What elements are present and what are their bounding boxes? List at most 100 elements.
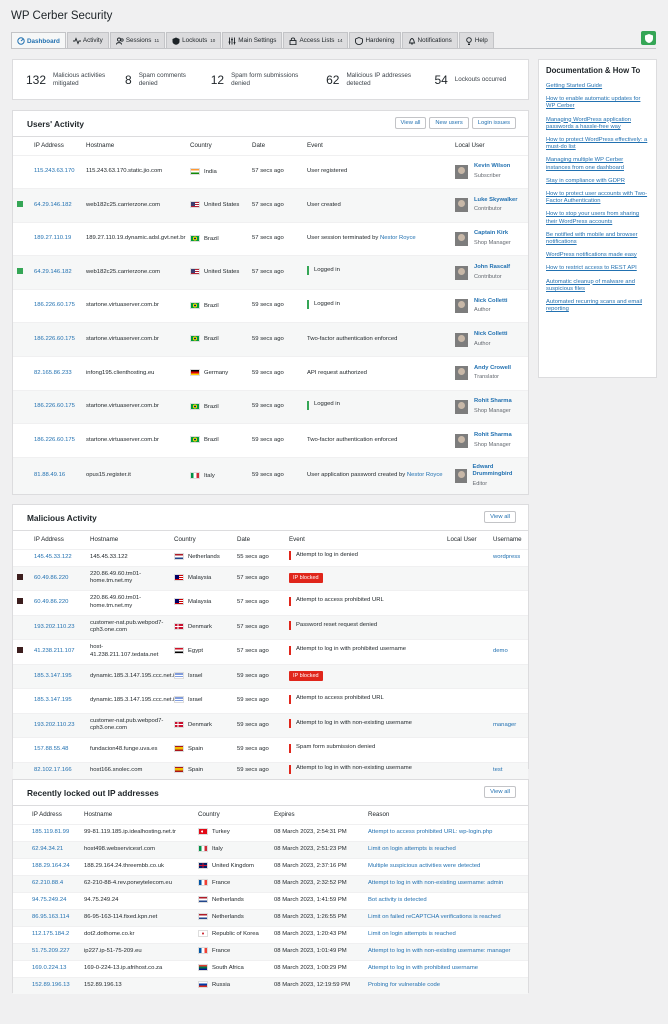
view-all-button[interactable]: View all: [394, 117, 427, 129]
ip-link[interactable]: 185.3.147.195: [34, 697, 72, 703]
ip-link[interactable]: 86.95.163.114: [32, 914, 69, 920]
tab-access-lists[interactable]: Access Lists 14: [283, 32, 349, 48]
ip-link[interactable]: 94.75.249.24: [32, 897, 66, 903]
docs-link[interactable]: Managing WordPress application passwords…: [546, 117, 649, 131]
ip-link[interactable]: 169.0.224.13: [32, 965, 66, 971]
docs-link[interactable]: How to restrict access to REST API: [546, 265, 649, 272]
tab-help[interactable]: Help: [458, 32, 494, 48]
expires-cell: 08 March 2023, 12:19:59 PM: [271, 976, 365, 994]
docs-link[interactable]: Automatic cleanup of malware and suspici…: [546, 279, 649, 293]
username-link[interactable]: wordpress: [493, 554, 520, 560]
ip-link[interactable]: 193.202.110.23: [34, 722, 75, 728]
login-issues-button[interactable]: Login issues: [471, 117, 516, 129]
ip-link[interactable]: 185.3.147.195: [34, 673, 72, 679]
ip-link[interactable]: 60.49.86.220: [34, 575, 68, 581]
avatar[interactable]: [455, 469, 467, 484]
ip-link[interactable]: 64.29.146.182: [34, 202, 72, 208]
user-name-link[interactable]: Rohit Sharma: [474, 398, 512, 406]
ip-link[interactable]: 112.175.184.2: [32, 931, 69, 937]
event-user-link[interactable]: Nestor Royce: [380, 235, 416, 241]
new-users-button[interactable]: New users: [429, 117, 469, 129]
docs-link[interactable]: How to protect WordPress effectively: a …: [546, 137, 649, 151]
ip-link[interactable]: 152.89.196.13: [32, 982, 70, 988]
avatar[interactable]: [455, 366, 468, 381]
avatar[interactable]: [455, 299, 468, 314]
reason-link[interactable]: Limit on failed reCAPTCHA verifications …: [368, 914, 501, 920]
tab-activity[interactable]: Activity: [66, 32, 109, 48]
user-name-link[interactable]: Nick Colletti: [474, 331, 508, 339]
reason-link[interactable]: Attempt to log in with non-existing user…: [368, 948, 510, 954]
event-user-link[interactable]: Nestor Royce: [407, 472, 443, 478]
reason-link[interactable]: Attempt to log in with non-existing user…: [368, 880, 503, 886]
ip-link[interactable]: 115.243.63.170: [34, 168, 75, 174]
ip-cell: 169.0.224.13: [29, 959, 81, 977]
user-name-link[interactable]: John Rascalf: [474, 264, 510, 272]
ip-link[interactable]: 145.45.33.122: [34, 554, 72, 560]
ip-link[interactable]: 81.88.49.16: [34, 472, 65, 478]
docs-link[interactable]: Getting Started Guide: [546, 83, 649, 90]
avatar[interactable]: [455, 164, 468, 179]
avatar[interactable]: [455, 332, 468, 347]
ip-link[interactable]: 82.102.17.166: [34, 767, 72, 773]
username-link[interactable]: test: [493, 767, 503, 773]
docs-link[interactable]: How to stop your users from sharing thei…: [546, 211, 649, 225]
user-name-link[interactable]: Kevin Wilson: [474, 163, 510, 171]
ip-link[interactable]: 186.226.60.175: [34, 403, 75, 409]
avatar[interactable]: [455, 399, 468, 414]
ip-link[interactable]: 41.238.211.107: [34, 648, 75, 654]
avatar[interactable]: [455, 433, 468, 448]
reason-link[interactable]: Bot activity is detected: [368, 897, 427, 903]
docs-link[interactable]: Managing multiple WP Cerber instances fr…: [546, 157, 649, 171]
reason-link[interactable]: Limit on login attempts is reached: [368, 931, 456, 937]
hostname-cell: 152.89.196.13: [81, 976, 195, 994]
reason-link[interactable]: Attempt to access prohibited URL: wp-log…: [368, 829, 492, 835]
tab-dashboard[interactable]: Dashboard: [11, 32, 66, 49]
docs-link[interactable]: How to enable automatic updates for WP C…: [546, 96, 649, 110]
ip-link[interactable]: 82.165.86.233: [34, 370, 72, 376]
ip-link[interactable]: 64.29.146.182: [34, 269, 72, 275]
tab-main-settings[interactable]: Main Settings: [222, 32, 283, 48]
user-name-link[interactable]: Captain Kirk: [474, 230, 511, 238]
reason-link[interactable]: Multiple suspicious activities were dete…: [368, 863, 480, 869]
event-text-wrap: Logged in: [314, 401, 340, 409]
avatar[interactable]: [455, 198, 468, 213]
ip-link[interactable]: 60.49.86.220: [34, 599, 68, 605]
ip-link[interactable]: 186.226.60.175: [34, 336, 75, 342]
avatar[interactable]: [455, 231, 468, 246]
user-name-link[interactable]: Rohit Sharma: [474, 432, 512, 440]
view-all-button[interactable]: View all: [484, 511, 516, 523]
ip-link[interactable]: 62.94.34.21: [32, 846, 63, 852]
username-link[interactable]: demo: [493, 648, 508, 654]
local-user-cell: Andy Crowell Translator: [452, 356, 528, 391]
avatar[interactable]: [455, 265, 468, 280]
ip-link[interactable]: 186.226.60.175: [34, 302, 75, 308]
ip-link[interactable]: 62.210.88.4: [32, 880, 63, 886]
user-name-link[interactable]: Andy Crowell: [474, 365, 511, 373]
tab-hardening[interactable]: Hardening: [349, 32, 401, 48]
docs-link[interactable]: Be notified with mobile and browser noti…: [546, 232, 649, 246]
docs-link[interactable]: How to protect user accounts with Two-Fa…: [546, 191, 649, 205]
ip-link[interactable]: 157.88.55.48: [34, 746, 68, 752]
view-all-button[interactable]: View all: [484, 786, 516, 798]
reason-link[interactable]: Attempt to log in with prohibited userna…: [368, 965, 478, 971]
reason-link[interactable]: Probing for vulnerable code: [368, 982, 440, 988]
ip-link[interactable]: 51.75.209.227: [32, 948, 70, 954]
reason-link[interactable]: Limit on login attempts is reached: [368, 846, 456, 852]
ip-link[interactable]: 186.226.60.175: [34, 437, 75, 443]
docs-link[interactable]: WordPress notifications made easy: [546, 252, 649, 259]
tab-sessions[interactable]: Sessions 11: [109, 32, 166, 48]
ip-link[interactable]: 193.202.110.23: [34, 624, 75, 630]
ip-link[interactable]: 188.29.164.24: [32, 863, 70, 869]
docs-link[interactable]: Automated recurring scans and email repo…: [546, 299, 649, 313]
docs-link[interactable]: Stay in compliance with GDPR: [546, 178, 649, 185]
user-name-link[interactable]: Luke Skywalker: [474, 197, 518, 205]
tab-lockouts[interactable]: Lockouts 10: [166, 32, 222, 48]
ip-link[interactable]: 189.27.110.19: [34, 235, 71, 241]
tab-notifications[interactable]: Notifications: [401, 32, 458, 48]
user-name-link[interactable]: Nick Colletti: [474, 298, 508, 306]
cerber-shield-button[interactable]: [641, 31, 656, 45]
ip-link[interactable]: 185.119.81.99: [32, 829, 69, 835]
user-name-link[interactable]: Edward Drummingbird: [473, 464, 528, 479]
username-link[interactable]: manager: [493, 722, 516, 728]
tab-label: Activity: [82, 37, 103, 44]
